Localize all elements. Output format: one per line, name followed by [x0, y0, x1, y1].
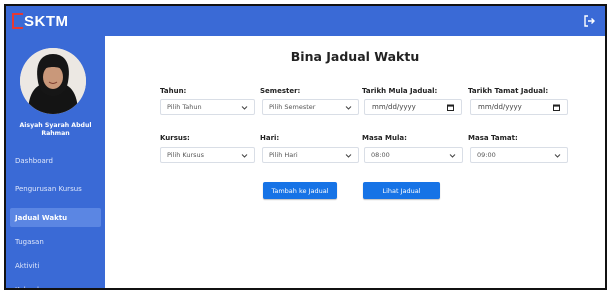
semester-select-value: Pilih Semester [269, 103, 316, 111]
tahun-select[interactable]: Pilih Tahun [160, 99, 255, 115]
tarikh-mula-placeholder: mm/dd/yyyy [372, 103, 416, 111]
app-window: SKTM Aisyah Syarah Abdul Rahman Dashboar… [4, 4, 607, 290]
masa-mula-label: Masa Mula: [362, 134, 407, 142]
semester-label: Semester: [260, 87, 301, 95]
tahun-label: Tahun: [160, 87, 187, 95]
chevron-down-icon [241, 154, 248, 158]
tarikh-tamat-label: Tarikh Tamat Jadual: [468, 87, 549, 95]
masa-tamat-label: Masa Tamat: [468, 134, 518, 142]
sidebar-item-aktiviti[interactable]: Aktiviti [10, 256, 101, 275]
user-name: Aisyah Syarah Abdul Rahman [19, 122, 92, 137]
sidebar-item-dashboard[interactable]: Dashboard [10, 151, 101, 170]
chevron-down-icon [345, 154, 352, 158]
lihat-jadual-button[interactable]: Lihat Jadual [363, 182, 440, 199]
user-photo-icon [20, 48, 86, 114]
masa-mula-select-value: 08:00 [371, 151, 390, 159]
app-logo[interactable]: SKTM [12, 12, 69, 30]
sidebar-item-jadual-waktu[interactable]: Jadual Waktu [10, 208, 101, 227]
sidebar: Aisyah Syarah Abdul Rahman Dashboard Pen… [6, 36, 105, 289]
tarikh-tamat-input[interactable]: mm/dd/yyyy [470, 99, 568, 115]
logo-text: SKTM [24, 12, 69, 30]
hari-select[interactable]: Pilih Hari [262, 147, 359, 163]
chevron-down-icon [345, 106, 352, 110]
hari-select-value: Pilih Hari [269, 151, 298, 159]
main-content: Bina Jadual Waktu Tahun: Semester: Tarik… [105, 36, 605, 288]
tarikh-mula-input[interactable]: mm/dd/yyyy [364, 99, 462, 115]
logout-icon[interactable] [583, 15, 595, 27]
masa-tamat-select[interactable]: 09:00 [470, 147, 568, 163]
kursus-select[interactable]: Pilih Kursus [160, 147, 255, 163]
logo-mark-icon [12, 13, 23, 29]
tarikh-tamat-placeholder: mm/dd/yyyy [478, 103, 522, 111]
chevron-down-icon [449, 154, 456, 158]
chevron-down-icon [554, 154, 561, 158]
avatar [20, 48, 86, 114]
calendar-icon[interactable] [553, 104, 560, 111]
hari-label: Hari: [260, 134, 280, 142]
sidebar-item-kalendar[interactable]: Kalendar [10, 280, 101, 289]
masa-tamat-select-value: 09:00 [477, 151, 496, 159]
tahun-select-value: Pilih Tahun [167, 103, 202, 111]
sidebar-item-pengurusan-kursus[interactable]: Pengurusan Kursus [10, 176, 101, 202]
calendar-icon[interactable] [447, 104, 454, 111]
sidebar-item-tugasan[interactable]: Tugasan [10, 232, 101, 251]
semester-select[interactable]: Pilih Semester [262, 99, 359, 115]
tambah-ke-jadual-button[interactable]: Tambah ke Jadual [263, 182, 337, 199]
top-bar: SKTM [6, 6, 605, 36]
masa-mula-select[interactable]: 08:00 [364, 147, 463, 163]
page-title: Bina Jadual Waktu [290, 49, 420, 64]
tarikh-mula-label: Tarikh Mula Jadual: [362, 87, 438, 95]
chevron-down-icon [241, 106, 248, 110]
kursus-label: Kursus: [160, 134, 190, 142]
kursus-select-value: Pilih Kursus [167, 151, 205, 159]
